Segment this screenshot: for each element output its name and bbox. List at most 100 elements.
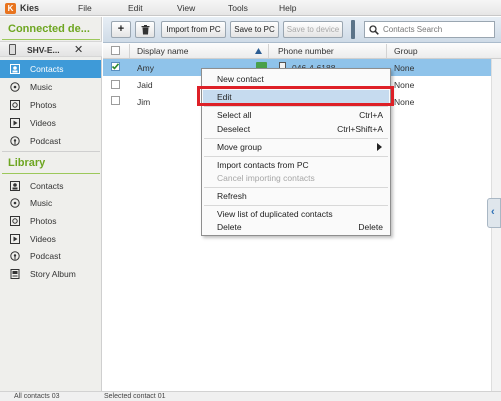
sidebar-item-music[interactable]: Music bbox=[0, 78, 101, 96]
sidebar-item-label: Music bbox=[30, 82, 53, 92]
podcast-icon bbox=[10, 251, 20, 261]
sidebar-item-photos[interactable]: Photos bbox=[0, 96, 101, 114]
column-phone-number[interactable]: Phone number bbox=[278, 46, 334, 56]
column-divider bbox=[268, 44, 269, 58]
sidebar-item-label: Music bbox=[30, 198, 53, 208]
story-album-icon bbox=[10, 269, 20, 279]
search-box[interactable] bbox=[364, 21, 495, 38]
photos-icon bbox=[10, 100, 20, 110]
library-item-music[interactable]: Music bbox=[0, 194, 101, 212]
sidebar-item-podcast[interactable]: Podcast bbox=[0, 132, 101, 150]
menu-item-label: Select all bbox=[217, 110, 252, 120]
photos-icon bbox=[10, 216, 20, 226]
menu-item-import-contacts[interactable]: Import contacts from PC bbox=[203, 158, 389, 172]
menu-separator bbox=[204, 156, 388, 157]
menu-item-cancel-importing[interactable]: Cancel importing contacts bbox=[203, 171, 389, 185]
menu-item-refresh[interactable]: Refresh bbox=[203, 189, 389, 203]
sidebar-item-label: Videos bbox=[30, 234, 56, 244]
menu-item-view-duplicates[interactable]: View list of duplicated contacts bbox=[203, 207, 389, 221]
device-row[interactable]: SHV-E... ✕ bbox=[0, 41, 102, 57]
library-item-contacts[interactable]: Contacts bbox=[0, 177, 101, 195]
select-all-checkbox[interactable] bbox=[111, 46, 120, 55]
sidebar-item-label: Photos bbox=[30, 100, 57, 110]
connected-devices-title: Connected de... bbox=[8, 23, 90, 35]
library-item-story-album[interactable]: Story Album bbox=[0, 265, 101, 283]
menu-item-label: Delete bbox=[217, 222, 242, 232]
menu-item-label: Refresh bbox=[217, 191, 247, 201]
close-icon[interactable]: ✕ bbox=[74, 43, 83, 56]
sidebar: Connected de... SHV-E... ✕ Contacts Musi… bbox=[0, 17, 102, 391]
chevron-left-icon: ‹ bbox=[491, 206, 495, 218]
column-group[interactable]: Group bbox=[394, 46, 418, 56]
music-icon bbox=[10, 198, 20, 208]
menu-item-new-contact[interactable]: New contact bbox=[203, 72, 389, 86]
menu-separator bbox=[204, 205, 388, 206]
menu-view[interactable]: View bbox=[177, 3, 195, 13]
trash-icon bbox=[141, 25, 149, 35]
menu-tools[interactable]: Tools bbox=[228, 3, 248, 13]
menu-item-select-all[interactable]: Select all Ctrl+A bbox=[203, 108, 389, 122]
search-input[interactable] bbox=[383, 23, 493, 36]
sidebar-item-label: Photos bbox=[30, 216, 57, 226]
sidebar-item-label: Videos bbox=[30, 118, 56, 128]
toolbar: + Import from PC Save to PC Save to devi… bbox=[103, 17, 501, 43]
status-bar: All contacts 03 Selected contact 01 bbox=[0, 391, 501, 401]
kies-logo-icon: K bbox=[5, 3, 16, 14]
sidebar-item-label: Podcast bbox=[30, 251, 61, 261]
library-item-podcast[interactable]: Podcast bbox=[0, 247, 101, 265]
menu-separator bbox=[204, 106, 388, 107]
menu-item-label: Edit bbox=[217, 92, 232, 102]
podcast-icon bbox=[10, 136, 20, 146]
menu-separator bbox=[204, 187, 388, 188]
save-to-device-button[interactable]: Save to device bbox=[283, 21, 343, 38]
menu-item-label: New contact bbox=[217, 74, 264, 84]
import-from-pc-button[interactable]: Import from PC bbox=[161, 21, 226, 38]
menu-separator bbox=[204, 138, 388, 139]
menu-edit[interactable]: Edit bbox=[128, 3, 143, 13]
column-display-name[interactable]: Display name bbox=[137, 46, 189, 56]
library-title: Library bbox=[8, 157, 46, 169]
sidebar-item-videos[interactable]: Videos bbox=[0, 114, 101, 132]
menu-separator bbox=[204, 88, 388, 89]
library-item-photos[interactable]: Photos bbox=[0, 212, 101, 230]
row-checkbox[interactable] bbox=[111, 96, 120, 105]
menu-item-deselect[interactable]: Deselect Ctrl+Shift+A bbox=[203, 122, 389, 136]
library-item-videos[interactable]: Videos bbox=[0, 230, 101, 248]
column-divider bbox=[129, 44, 130, 58]
menu-item-shortcut: Ctrl+Shift+A bbox=[337, 124, 383, 134]
sidebar-item-label: Podcast bbox=[30, 136, 61, 146]
menu-item-move-group[interactable]: Move group bbox=[203, 140, 389, 154]
checkmark-icon bbox=[111, 63, 120, 70]
contact-group: None bbox=[394, 97, 415, 107]
row-checkbox[interactable] bbox=[111, 80, 120, 89]
menubar: K Kies File Edit View Tools Help bbox=[0, 0, 501, 16]
contact-name: Amy bbox=[137, 63, 154, 73]
sidebar-item-label: Story Album bbox=[30, 269, 76, 279]
contact-name: Jim bbox=[137, 97, 151, 107]
submenu-arrow-icon bbox=[377, 143, 382, 151]
all-contacts-count: All contacts 03 bbox=[14, 393, 60, 400]
menu-item-edit[interactable]: Edit bbox=[203, 90, 389, 104]
contact-name: Jaid bbox=[137, 80, 153, 90]
menu-help[interactable]: Help bbox=[279, 3, 296, 13]
videos-icon bbox=[10, 234, 20, 244]
menu-item-delete[interactable]: Delete Delete bbox=[203, 220, 389, 234]
context-menu: New contact Edit Select all Ctrl+A Desel… bbox=[201, 68, 391, 236]
delete-button[interactable] bbox=[135, 21, 155, 38]
contacts-icon bbox=[10, 181, 20, 191]
row-checkbox[interactable] bbox=[111, 62, 120, 71]
menu-file[interactable]: File bbox=[78, 3, 92, 13]
sidebar-item-contacts[interactable]: Contacts bbox=[0, 60, 101, 78]
section-divider bbox=[2, 151, 100, 152]
toolbar-separator bbox=[351, 20, 355, 39]
sidebar-item-label: Contacts bbox=[30, 64, 64, 74]
menu-item-label: Deselect bbox=[217, 124, 251, 134]
expand-panel-handle[interactable]: ‹ bbox=[487, 198, 501, 228]
menu-item-shortcut: Ctrl+A bbox=[359, 110, 383, 120]
search-icon bbox=[369, 25, 379, 35]
save-to-pc-button[interactable]: Save to PC bbox=[230, 21, 279, 38]
section-divider bbox=[2, 173, 100, 174]
contacts-icon bbox=[10, 64, 20, 74]
phone-device-icon bbox=[9, 44, 16, 55]
add-contact-button[interactable]: + bbox=[111, 21, 131, 38]
